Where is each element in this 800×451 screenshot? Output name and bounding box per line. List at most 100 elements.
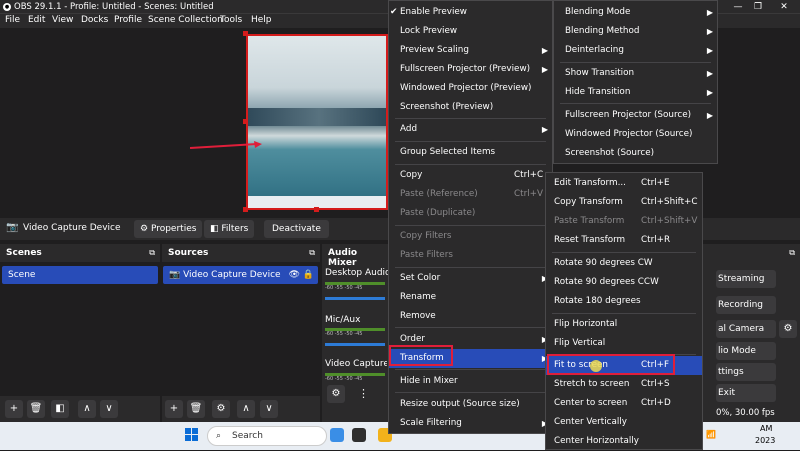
add-source-button[interactable]: + (165, 400, 183, 418)
close-button[interactable]: ✕ (774, 1, 794, 13)
menu-docks[interactable]: Docks (81, 15, 108, 25)
menu-item-copy-transform[interactable]: Copy Transform Ctrl+Shift+C (546, 193, 702, 212)
menu-file[interactable]: File (5, 15, 20, 25)
menu-item-fullscreen-projector-preview[interactable]: Fullscreen Projector (Preview) ▶ (389, 60, 552, 79)
menu-item-paste-filters[interactable]: Paste Filters (389, 246, 552, 265)
menu-help[interactable]: Help (251, 15, 272, 25)
menu-item-windowed-projector-source[interactable]: Windowed Projector (Source) (554, 125, 717, 144)
menu-item-screenshot-preview[interactable]: Screenshot (Preview) (389, 98, 552, 117)
menu-item-rotate-ccw[interactable]: Rotate 90 degrees CCW (546, 273, 702, 292)
undock-icon[interactable]: ⧉ (789, 248, 795, 258)
clock-date[interactable]: 2023 (755, 436, 775, 445)
scenes-title: Scenes (0, 244, 160, 262)
menu-item-preview-scaling[interactable]: Preview Scaling ▶ (389, 41, 552, 60)
taskbar-search[interactable]: ⌕ Search (207, 426, 327, 446)
move-down-icon[interactable]: ∨ (260, 400, 278, 418)
menu-separator (552, 313, 696, 314)
start-recording-button[interactable]: Recording (716, 296, 776, 314)
gear-icon[interactable]: ⚙ (212, 400, 230, 418)
menu-item-scale-filtering[interactable]: Scale Filtering▶ (389, 414, 552, 433)
video-capture-preview[interactable] (246, 34, 388, 210)
menu-item-remove[interactable]: Remove (389, 307, 552, 326)
eye-icon[interactable]: 👁 (289, 266, 300, 284)
menu-item-center-horizontally[interactable]: Center Horizontally (546, 432, 702, 451)
volume-slider[interactable] (325, 297, 385, 300)
more-options-icon[interactable]: ⋮ (358, 387, 369, 400)
properties-button[interactable]: ⚙ Properties (134, 220, 203, 238)
menu-profile[interactable]: Profile (114, 15, 142, 25)
menu-item-center-to-screen[interactable]: Center to screen Ctrl+D (546, 394, 702, 413)
scene-item[interactable]: Scene (2, 266, 158, 284)
menu-item-paste-duplicate[interactable]: Paste (Duplicate) (389, 204, 552, 223)
menu-item-flip-vertical[interactable]: Flip Vertical (546, 334, 702, 353)
menu-separator (395, 141, 546, 142)
menu-edit[interactable]: Edit (28, 15, 45, 25)
menu-view[interactable]: View (52, 15, 73, 25)
exit-button[interactable]: Exit (716, 384, 776, 402)
menu-item-blending-mode[interactable]: Blending Mode ▶ (554, 3, 717, 22)
menu-item-rename[interactable]: Rename (389, 288, 552, 307)
menu-item-reset-transform[interactable]: Reset Transform Ctrl+R (546, 231, 702, 250)
menu-scene-collection[interactable]: Scene Collection (148, 15, 223, 25)
chevron-right-icon: ▶ (541, 125, 548, 134)
volume-slider[interactable] (325, 343, 385, 346)
undock-icon[interactable]: ⧉ (149, 248, 155, 258)
trash-icon[interactable]: 🗑 (27, 400, 45, 418)
start-streaming-button[interactable]: Streaming (716, 270, 776, 288)
resize-handle[interactable] (314, 207, 319, 212)
menu-item-rotate-180[interactable]: Rotate 180 degrees (546, 292, 702, 311)
deactivate-button[interactable]: Deactivate (264, 220, 329, 238)
menu-item-screenshot-source[interactable]: Screenshot (Source) (554, 144, 717, 163)
gear-icon[interactable]: ⚙ (327, 385, 345, 403)
menu-item-enable-preview[interactable]: ✔ Enable Preview (389, 3, 552, 22)
undock-icon[interactable]: ⧉ (309, 248, 315, 258)
menu-item-copy-filters[interactable]: Copy Filters (389, 227, 552, 246)
windows-start-icon[interactable] (185, 428, 199, 442)
menu-item-center-vertically[interactable]: Center Vertically (546, 413, 702, 432)
minimize-button[interactable]: — (728, 1, 748, 13)
mixer-channel-name: Desktop Audio (325, 268, 391, 278)
menu-item-add[interactable]: Add ▶ (389, 120, 552, 139)
menu-item-set-color[interactable]: Set Color▶ (389, 269, 552, 288)
filters-button[interactable]: ◧ Filters (204, 220, 255, 238)
menu-item-paste-reference[interactable]: Paste (Reference) Ctrl+V (389, 185, 552, 204)
gear-icon[interactable]: ⚙ (779, 320, 797, 338)
menu-item-hide-transition[interactable]: Hide Transition ▶ (554, 83, 717, 102)
menu-item-rotate-cw[interactable]: Rotate 90 degrees CW (546, 254, 702, 273)
resize-handle[interactable] (243, 207, 248, 212)
settings-button[interactable]: ttings (716, 363, 776, 381)
move-down-icon[interactable]: ∨ (100, 400, 118, 418)
studio-mode-button[interactable]: lio Mode (716, 342, 776, 360)
clock-time[interactable]: AM (760, 424, 772, 433)
menu-item-copy[interactable]: Copy Ctrl+C (389, 166, 552, 185)
menu-item-flip-horizontal[interactable]: Flip Horizontal (546, 315, 702, 334)
menu-item-hide-in-mixer[interactable]: Hide in Mixer (389, 372, 552, 391)
menu-item-deinterlacing[interactable]: Deinterlacing ▶ (554, 41, 717, 60)
menu-tools[interactable]: Tools (220, 15, 242, 25)
lock-icon[interactable]: 🔒 (303, 266, 314, 284)
app-icon[interactable] (352, 428, 366, 442)
source-item[interactable]: 📷 Video Capture Device 👁 🔒 (163, 266, 318, 284)
filter-icon[interactable]: ◧ (51, 400, 69, 418)
app-icon[interactable] (330, 428, 344, 442)
menu-item-group-selected[interactable]: Group Selected Items (389, 143, 552, 162)
menu-item-show-transition[interactable]: Show Transition ▶ (554, 64, 717, 83)
move-up-icon[interactable]: ∧ (237, 400, 255, 418)
menu-item-fullscreen-projector-source[interactable]: Fullscreen Projector (Source) ▶ (554, 106, 717, 125)
wifi-icon[interactable]: 📶 (706, 430, 716, 440)
menu-item-lock-preview[interactable]: Lock Preview (389, 22, 552, 41)
menu-item-windowed-projector-preview[interactable]: Windowed Projector (Preview) (389, 79, 552, 98)
add-scene-button[interactable]: + (5, 400, 23, 418)
move-up-icon[interactable]: ∧ (78, 400, 96, 418)
menu-item-blending-method[interactable]: Blending Method ▶ (554, 22, 717, 41)
resize-handle[interactable] (243, 31, 248, 36)
menu-item-stretch-to-screen[interactable]: Stretch to screen Ctrl+S (546, 375, 702, 394)
resize-handle[interactable] (243, 119, 248, 124)
virtual-camera-button[interactable]: al Camera (716, 320, 776, 338)
menu-item-edit-transform[interactable]: Edit Transform... Ctrl+E (546, 174, 702, 193)
menu-item-paste-transform[interactable]: Paste Transform Ctrl+Shift+V (546, 212, 702, 231)
maximize-button[interactable]: ❐ (748, 1, 768, 13)
trash-icon[interactable]: 🗑 (187, 400, 205, 418)
menu-item-resize-output[interactable]: Resize output (Source size) (389, 395, 552, 414)
meter-ticks: -60 -55 -50 -45 (325, 376, 363, 382)
